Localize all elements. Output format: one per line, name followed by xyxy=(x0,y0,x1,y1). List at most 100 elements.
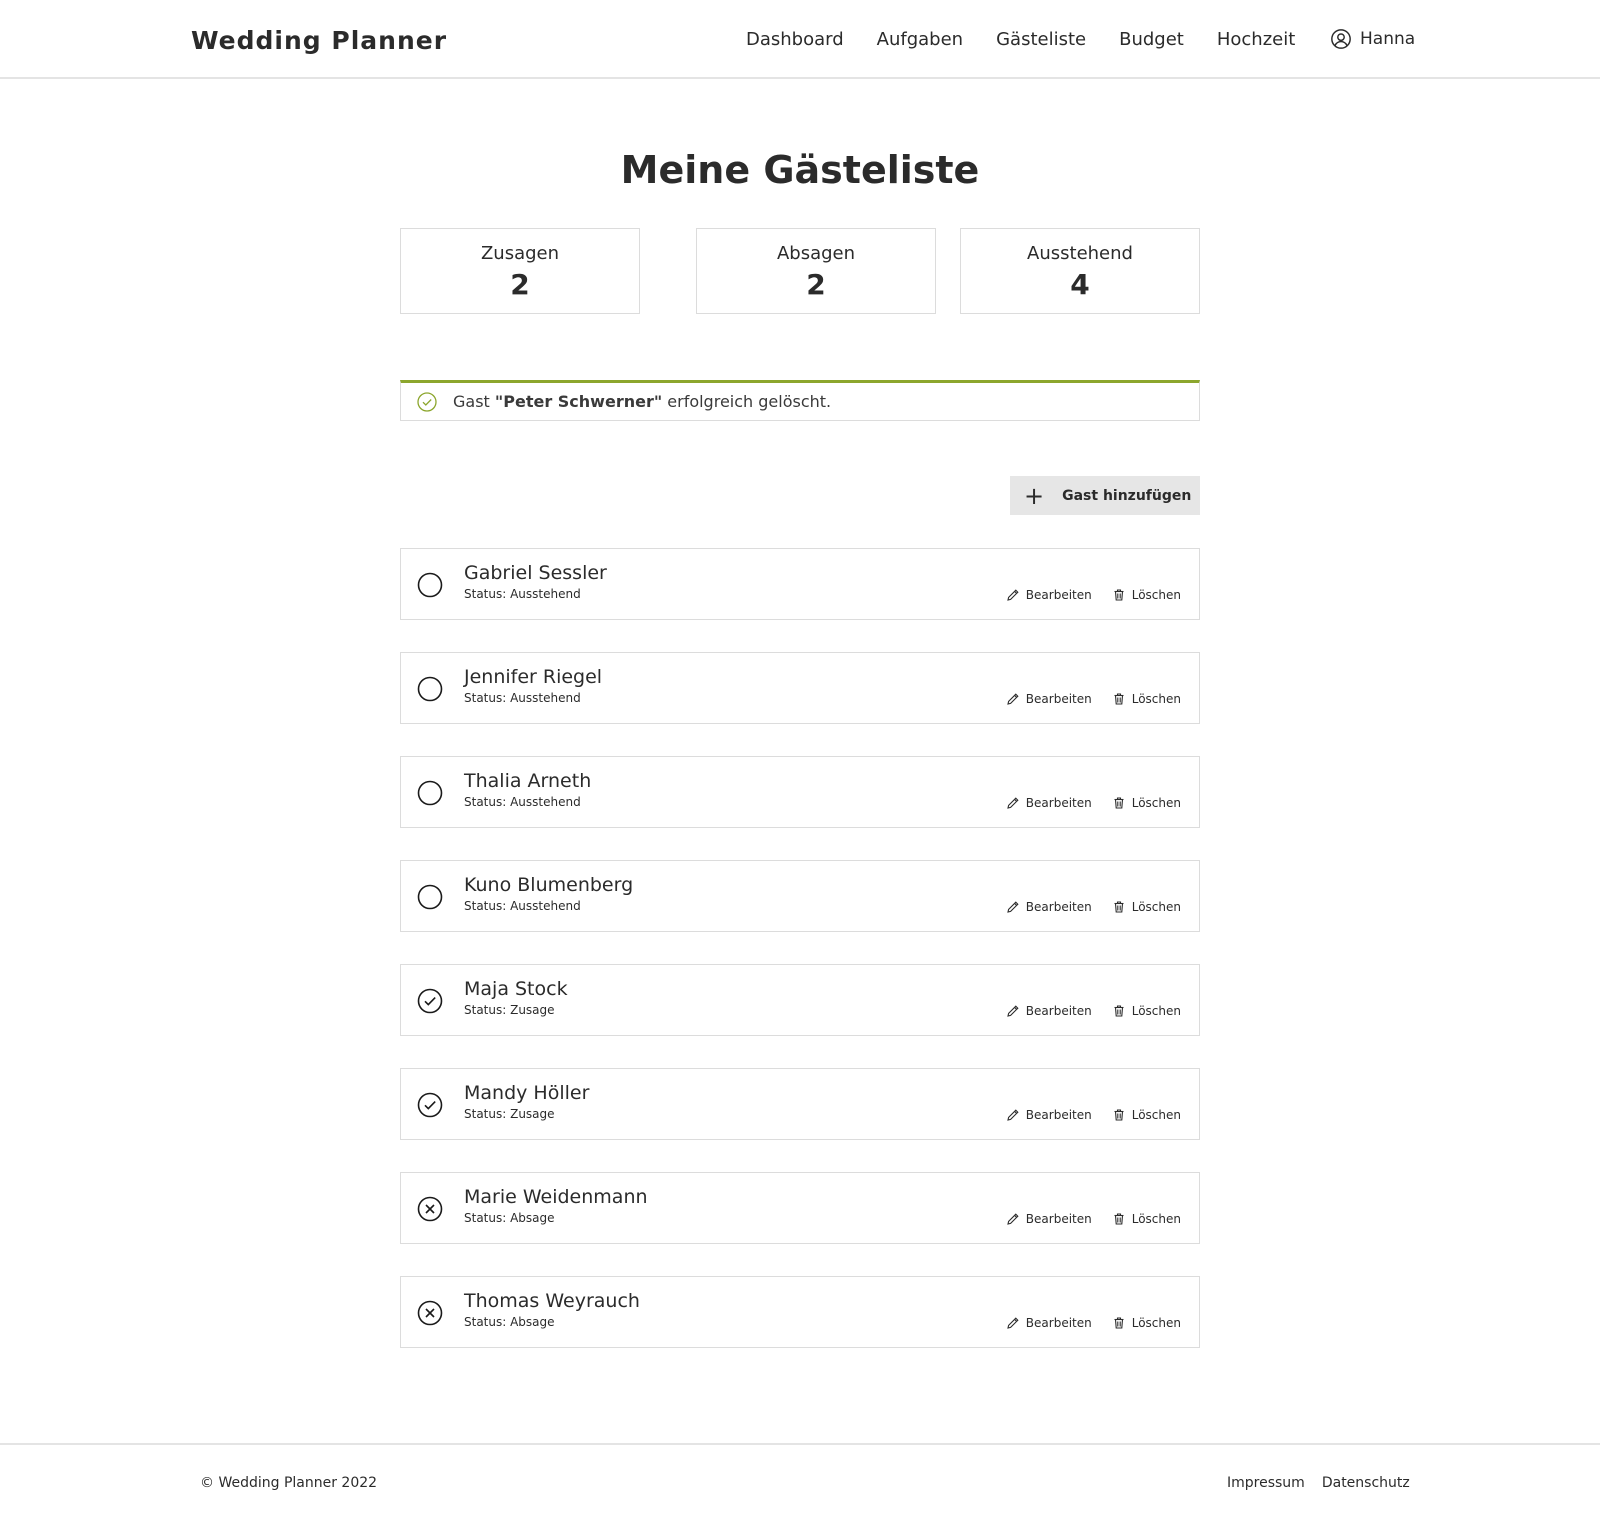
guest-actions: Bearbeiten Löschen xyxy=(1006,588,1181,602)
user-menu[interactable]: Hanna xyxy=(1330,28,1415,50)
delete-button[interactable]: Löschen xyxy=(1112,1108,1181,1122)
impressum-link[interactable]: Impressum xyxy=(1227,1475,1305,1491)
circle-x-icon[interactable] xyxy=(417,1196,443,1222)
edit-label: Bearbeiten xyxy=(1025,692,1092,706)
pencil-icon xyxy=(1007,901,1019,913)
edit-label: Bearbeiten xyxy=(1025,900,1092,914)
user-icon xyxy=(1331,29,1351,49)
stat-zusagen: Zusagen 2 xyxy=(400,228,640,314)
circle-check-icon[interactable] xyxy=(417,1092,443,1118)
guest-actions: Bearbeiten Löschen xyxy=(1006,1212,1181,1226)
guest-status: Status: Ausstehend xyxy=(464,587,581,601)
guest-row: Maja Stock Status: Zusage Bearbeiten Lösche… xyxy=(400,964,1200,1036)
edit-button[interactable]: Bearbeiten xyxy=(1006,1316,1092,1330)
footer: © Wedding Planner 2022 Impressum Datensc… xyxy=(0,1443,1600,1523)
guest-status: Status: Zusage xyxy=(464,1003,555,1017)
edit-label: Bearbeiten xyxy=(1025,588,1092,602)
user-name: Hanna xyxy=(1360,29,1416,49)
circle-check-icon[interactable] xyxy=(417,988,443,1014)
guest-status: Status: Ausstehend xyxy=(464,691,581,705)
page-title: Meine Gästeliste xyxy=(620,148,980,192)
delete-label: Löschen xyxy=(1131,692,1181,706)
edit-label: Bearbeiten xyxy=(1025,1108,1092,1122)
stat-label: Absagen xyxy=(776,243,856,264)
delete-label: Löschen xyxy=(1131,796,1181,810)
edit-button[interactable]: Bearbeiten xyxy=(1006,1108,1092,1122)
trash-icon xyxy=(1114,1213,1124,1225)
delete-button[interactable]: Löschen xyxy=(1112,900,1181,914)
datenschutz-link[interactable]: Datenschutz xyxy=(1322,1475,1410,1491)
delete-label: Löschen xyxy=(1131,1108,1181,1122)
guest-row: Gabriel Sessler Status: Ausstehend Bearbei… xyxy=(400,548,1200,620)
alert-guest-name: "Peter Schwerner" xyxy=(494,392,663,411)
stat-value: 2 xyxy=(806,268,826,301)
trash-icon xyxy=(1114,693,1124,705)
delete-button[interactable]: Löschen xyxy=(1112,1212,1181,1226)
edit-label: Bearbeiten xyxy=(1025,1004,1092,1018)
delete-button[interactable]: Löschen xyxy=(1112,692,1181,706)
add-guest-button[interactable]: + Gast hinzufügen xyxy=(1010,476,1200,515)
delete-label: Löschen xyxy=(1131,900,1181,914)
guest-actions: Bearbeiten Löschen xyxy=(1006,1004,1181,1018)
delete-button[interactable]: Löschen xyxy=(1112,588,1181,602)
guest-status: Status: Absage xyxy=(464,1315,555,1329)
delete-button[interactable]: Löschen xyxy=(1112,1004,1181,1018)
edit-button[interactable]: Bearbeiten xyxy=(1006,1212,1092,1226)
edit-button[interactable]: Bearbeiten xyxy=(1006,900,1092,914)
circle-empty-icon[interactable] xyxy=(417,676,443,702)
nav-aufgaben[interactable]: Aufgaben xyxy=(877,29,963,50)
guest-row: Mandy Höller Status: Zusage Bearbeiten Lösc… xyxy=(400,1068,1200,1140)
guest-name: Jennifer Riegel xyxy=(464,666,603,688)
alert-prefix: Gast xyxy=(453,392,490,411)
edit-button[interactable]: Bearbeiten xyxy=(1006,692,1092,706)
guest-row: Kuno Blumenberg Status: Ausstehend Bearbei… xyxy=(400,860,1200,932)
pencil-icon xyxy=(1007,797,1019,809)
brand-logo[interactable]: Wedding Planner xyxy=(191,26,447,55)
trash-icon xyxy=(1114,797,1124,809)
pencil-icon xyxy=(1007,589,1019,601)
guest-name: Thomas Weyrauch xyxy=(464,1290,640,1312)
nav-dashboard[interactable]: Dashboard xyxy=(746,29,844,50)
circle-empty-icon[interactable] xyxy=(417,884,443,910)
circle-empty-icon[interactable] xyxy=(417,780,443,806)
add-guest-label: Gast hinzufügen xyxy=(1062,487,1192,504)
stat-absagen: Absagen 2 xyxy=(696,228,936,314)
delete-label: Löschen xyxy=(1131,1212,1181,1226)
guest-name: Marie Weidenmann xyxy=(464,1186,648,1208)
nav-hochzeit[interactable]: Hochzeit xyxy=(1217,29,1295,50)
circle-x-icon[interactable] xyxy=(417,1300,443,1326)
top-header: Wedding Planner Dashboard Aufgaben Gäste… xyxy=(0,0,1600,79)
trash-icon xyxy=(1114,1109,1124,1121)
guest-row: Marie Weidenmann Status: Absage Bearbeiten… xyxy=(400,1172,1200,1244)
pencil-icon xyxy=(1007,1109,1019,1121)
stat-value: 4 xyxy=(1070,268,1090,301)
footer-links: Impressum Datenschutz xyxy=(1227,1475,1410,1491)
trash-icon xyxy=(1114,1005,1124,1017)
guest-status: Status: Zusage xyxy=(464,1107,555,1121)
stat-label: Ausstehend xyxy=(1027,243,1133,264)
edit-button[interactable]: Bearbeiten xyxy=(1006,588,1092,602)
edit-button[interactable]: Bearbeiten xyxy=(1006,796,1092,810)
guest-name: Kuno Blumenberg xyxy=(464,874,634,896)
guest-name: Maja Stock xyxy=(464,978,568,1000)
delete-label: Löschen xyxy=(1131,1004,1181,1018)
trash-icon xyxy=(1114,901,1124,913)
guest-status: Status: Absage xyxy=(464,1211,555,1225)
guest-status: Status: Ausstehend xyxy=(464,795,581,809)
guest-row: Thalia Arneth Status: Ausstehend Bearbeite… xyxy=(400,756,1200,828)
pencil-icon xyxy=(1007,693,1019,705)
check-circle-icon xyxy=(417,391,437,412)
delete-button[interactable]: Löschen xyxy=(1112,796,1181,810)
plus-icon: + xyxy=(1024,481,1045,510)
success-alert: Gast "Peter Schwerner" erfolgreich gelös… xyxy=(400,380,1200,421)
edit-button[interactable]: Bearbeiten xyxy=(1006,1004,1092,1018)
trash-icon xyxy=(1114,589,1124,601)
edit-label: Bearbeiten xyxy=(1025,1316,1092,1330)
nav-gaesteliste[interactable]: Gästeliste xyxy=(996,29,1086,50)
nav-budget[interactable]: Budget xyxy=(1119,29,1184,50)
guest-actions: Bearbeiten Löschen xyxy=(1006,692,1181,706)
circle-empty-icon[interactable] xyxy=(417,572,443,598)
guest-name: Mandy Höller xyxy=(464,1082,590,1104)
guest-row: Thomas Weyrauch Status: Absage Bearbeiten L… xyxy=(400,1276,1200,1348)
delete-button[interactable]: Löschen xyxy=(1112,1316,1181,1330)
